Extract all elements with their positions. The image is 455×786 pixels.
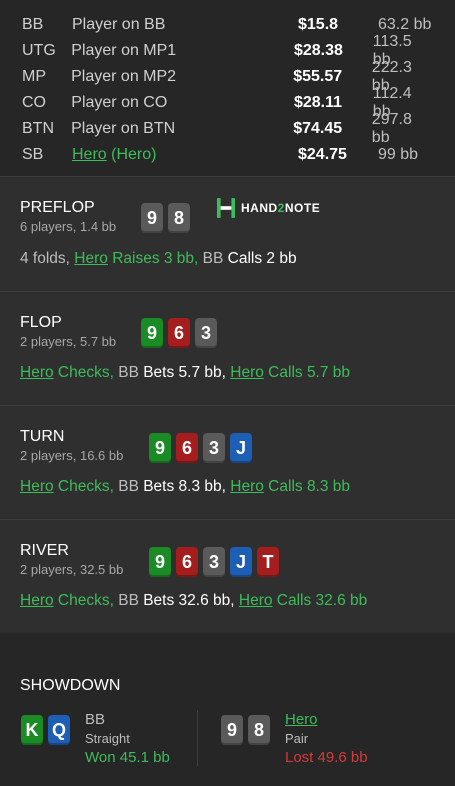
playing-card: 8 — [248, 715, 270, 745]
player-stack: $28.11 — [293, 94, 343, 111]
street-title: RIVER — [20, 542, 69, 559]
playing-card: 6 — [176, 433, 198, 463]
showdown-hand-rank: Straight — [85, 731, 130, 746]
hero-link[interactable]: Hero — [230, 364, 264, 381]
playing-card: 9 — [141, 203, 163, 233]
playing-card: 8 — [168, 203, 190, 233]
player-row: BTN Player on BTN $74.45 297.8 bb — [22, 111, 433, 146]
street-subtitle: 2 players, 32.5 bb — [20, 562, 124, 577]
street-title: FLOP — [20, 314, 62, 331]
playing-card: T — [257, 547, 279, 577]
player-name: Player on MP1 — [71, 42, 177, 59]
player-row: BB Player on BB $15.8 63.2 bb — [22, 12, 433, 38]
showdown-section: SHOWDOWN K Q BB Straight Won 45.1 bb 9 8… — [0, 655, 455, 786]
street-subtitle: 2 players, 16.6 bb — [20, 448, 124, 463]
player-name: Player on BTN — [71, 120, 176, 137]
playing-card: 6 — [176, 547, 198, 577]
player-position: UTG — [22, 42, 56, 59]
street-subtitle: 2 players, 5.7 bb — [20, 334, 117, 349]
player-name-hero: Hero (Hero) — [72, 146, 298, 164]
showdown-title: SHOWDOWN — [20, 677, 121, 694]
player-position: SB — [22, 146, 44, 163]
playing-card: 3 — [203, 547, 225, 577]
playing-card: 3 — [203, 433, 225, 463]
player-stack-bb: 99 bb — [378, 146, 419, 163]
showdown-divider — [197, 710, 198, 766]
street-flop: FLOP 2 players, 5.7 bb 9 6 3 Hero Checks… — [0, 291, 455, 405]
turn-cards: 9 6 3 J — [149, 433, 257, 463]
street-preflop: PREFLOP 6 players, 1.4 bb 9 8 HAND2NOTE … — [0, 176, 455, 291]
player-name: Player on BB — [72, 16, 166, 33]
player-row: MP Player on MP2 $55.57 222.3 bb — [22, 59, 433, 94]
player-stack-bb: 297.8 bb — [371, 111, 412, 146]
player-name: Player on CO — [71, 94, 168, 111]
showdown-hero-cards: 9 8 — [221, 715, 275, 745]
player-stack: $24.75 — [298, 146, 347, 163]
playing-card: 6 — [168, 318, 190, 348]
hero-link[interactable]: Hero — [72, 146, 107, 163]
player-stack: $15.8 — [298, 16, 339, 33]
street-action: 4 folds, Hero Raises 3 bb, BB Calls 2 bb — [20, 250, 297, 267]
player-position: CO — [22, 94, 46, 111]
player-stack: $74.45 — [293, 120, 343, 137]
player-stack-bb: 63.2 bb — [378, 16, 432, 33]
player-position: BTN — [22, 120, 54, 137]
playing-card: Q — [48, 715, 70, 745]
playing-card: K — [21, 715, 43, 745]
playing-card: J — [230, 433, 252, 463]
hero-link[interactable]: Hero — [20, 478, 54, 495]
playing-card: 9 — [141, 318, 163, 348]
hand2note-logo-icon — [217, 198, 235, 218]
flop-cards: 9 6 3 — [141, 318, 222, 348]
player-row-hero: SB Hero (Hero) $24.75 99 bb — [22, 142, 433, 168]
players-table: BB Player on BB $15.8 63.2 bb UTG Player… — [0, 0, 455, 176]
street-title: PREFLOP — [20, 199, 95, 216]
showdown-bb-cards: K Q — [21, 715, 75, 745]
hero-link[interactable]: Hero — [230, 478, 264, 495]
street-turn: TURN 2 players, 16.6 bb 9 6 3 J Hero Che… — [0, 405, 455, 519]
hero-suffix: (Hero) — [111, 146, 157, 163]
player-name: Player on MP2 — [71, 68, 177, 85]
playing-card: J — [230, 547, 252, 577]
hero-link[interactable]: Hero — [74, 250, 108, 267]
street-action: Hero Checks, BB Bets 5.7 bb, Hero Calls … — [20, 364, 351, 381]
player-position: MP — [22, 68, 46, 85]
player-stack: $28.38 — [293, 42, 343, 59]
showdown-result: Won 45.1 bb — [85, 749, 170, 766]
playing-card: 3 — [195, 318, 217, 348]
hero-link[interactable]: Hero — [285, 711, 368, 728]
showdown-bb-info: BB Straight Won 45.1 bb — [85, 711, 170, 766]
showdown-player-name: BB — [85, 711, 106, 728]
street-action: Hero Checks, BB Bets 8.3 bb, Hero Calls … — [20, 478, 351, 495]
playing-card: 9 — [149, 547, 171, 577]
hero-link[interactable]: Hero — [239, 592, 273, 609]
river-cards: 9 6 3 J T — [149, 547, 284, 577]
showdown-result: Lost 49.6 bb — [285, 749, 368, 766]
hero-link[interactable]: Hero — [20, 592, 54, 609]
showdown-hero-info: Hero Pair Lost 49.6 bb — [285, 711, 368, 766]
preflop-cards: 9 8 — [141, 203, 195, 233]
hand2note-logo: HAND2NOTE — [217, 197, 320, 219]
hero-link[interactable]: Hero — [20, 364, 54, 381]
player-position: BB — [22, 16, 44, 33]
street-title: TURN — [20, 428, 65, 445]
hand-history-panel: BB Player on BB $15.8 63.2 bb UTG Player… — [0, 0, 455, 786]
street-river: RIVER 2 players, 32.5 bb 9 6 3 J T Hero … — [0, 519, 455, 633]
hand2note-logo-text: HAND2NOTE — [241, 201, 321, 215]
playing-card: 9 — [221, 715, 243, 745]
player-stack: $55.57 — [293, 68, 343, 85]
street-subtitle: 6 players, 1.4 bb — [20, 219, 117, 234]
street-action: Hero Checks, BB Bets 32.6 bb, Hero Calls… — [20, 592, 368, 609]
playing-card: 9 — [149, 433, 171, 463]
showdown-hand-rank: Pair — [285, 731, 309, 746]
